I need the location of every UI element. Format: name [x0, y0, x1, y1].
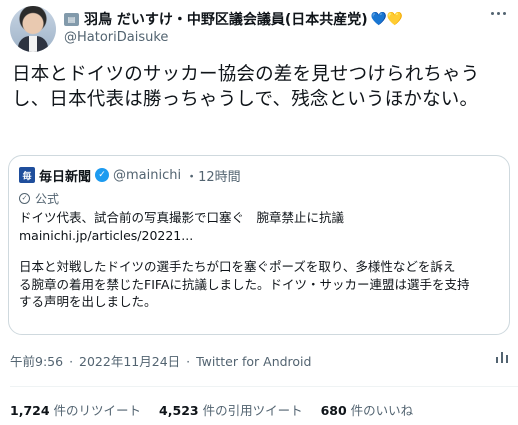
author-display-name[interactable]: 羽鳥 だいすけ・中野区議会議員(日本共産党) [84, 9, 368, 29]
tweet-client[interactable]: Twitter for Android [196, 354, 311, 369]
tweet-text: 日本とドイツのサッカー協会の差を見せつけられちゃうし、日本代表は勝っちゃうしで、… [12, 64, 480, 110]
quotes-label: 件の引用ツイート [202, 403, 303, 418]
quoted-line-headline: ドイツ代表、試合前の写真撮影で口塞ぐ 腕章禁止に抗議 [19, 210, 345, 225]
quoted-source-name: 毎日新聞 [39, 169, 92, 185]
quoted-tweet-header: 毎 毎日新聞 ✓ @mainichi ・12時間 [19, 165, 499, 185]
author-hearts: 💙💛 [370, 11, 404, 27]
avatar-shirt [29, 36, 37, 52]
retweets-label: 件のリツイート [53, 403, 142, 418]
official-label-icon: ✓ [19, 192, 30, 204]
retweets-count: 1,724 [10, 403, 50, 418]
quotes-stat[interactable]: 4,523 件の引用ツイート [159, 400, 303, 419]
quoted-tweet-body: ドイツ代表、試合前の写真撮影で口塞ぐ 腕章禁止に抗議 mainichi.jp/a… [19, 209, 499, 311]
author-avatar[interactable] [10, 6, 56, 52]
government-badge-icon: ▤ [64, 12, 79, 26]
official-label-text: 公式 [35, 191, 60, 206]
author-name-row[interactable]: ▤ 羽鳥 だいすけ・中野区議会議員(日本共産党) 💙💛 [64, 9, 478, 29]
quoted-line-4: る腕章の着用を禁じたFIFAに抗議しました。ドイツ・サッカー連盟は選手を支持 [19, 276, 470, 292]
likes-count: 680 [320, 403, 347, 418]
more-options-icon[interactable] [491, 12, 506, 15]
likes-stat[interactable]: 680 件のいいね [321, 400, 414, 419]
quoted-source-handle: @mainichi [113, 167, 182, 183]
verified-badge-icon: ✓ [95, 168, 110, 182]
official-label: ✓ 公式 [19, 189, 499, 207]
likes-label: 件のいいね [350, 403, 414, 418]
quoted-line-5: する声明を出しました。 [19, 294, 157, 309]
mainichi-logo-icon: 毎 [19, 167, 35, 183]
tweet-time[interactable]: 午前9:56 [10, 354, 63, 369]
quoted-tweet-card[interactable]: 毎 毎日新聞 ✓ @mainichi ・12時間 ✓ 公式 ドイツ代表、試合前の… [8, 155, 510, 335]
quotes-count: 4,523 [159, 403, 199, 418]
meta-separator: · [69, 354, 74, 369]
quoted-link[interactable]: mainichi.jp/articles/20221... [19, 227, 499, 245]
tweet-meta: 午前9:56 · 2022年11月24日 · Twitter for Andro… [10, 351, 311, 370]
meta-separator: · [186, 354, 191, 369]
tweet-stats: 1,724 件のリツイート 4,523 件の引用ツイート 680 件のいいね [10, 400, 413, 419]
tweet-date[interactable]: 2022年11月24日 [79, 354, 180, 369]
tweet-header: ▤ 羽鳥 だいすけ・中野区議会議員(日本共産党) 💙💛 @HatoriDaisu… [64, 9, 478, 45]
quoted-line-3: 日本と対戦したドイツの選手たちが口を塞ぐポーズを取り、多様性などを訴え [19, 259, 456, 274]
author-handle[interactable]: @HatoriDaisuke [64, 30, 478, 45]
retweets-stat[interactable]: 1,724 件のリツイート [10, 400, 141, 419]
analytics-icon[interactable] [494, 349, 510, 365]
quoted-tweet-time: ・12時間 [185, 169, 241, 185]
divider [10, 386, 518, 387]
